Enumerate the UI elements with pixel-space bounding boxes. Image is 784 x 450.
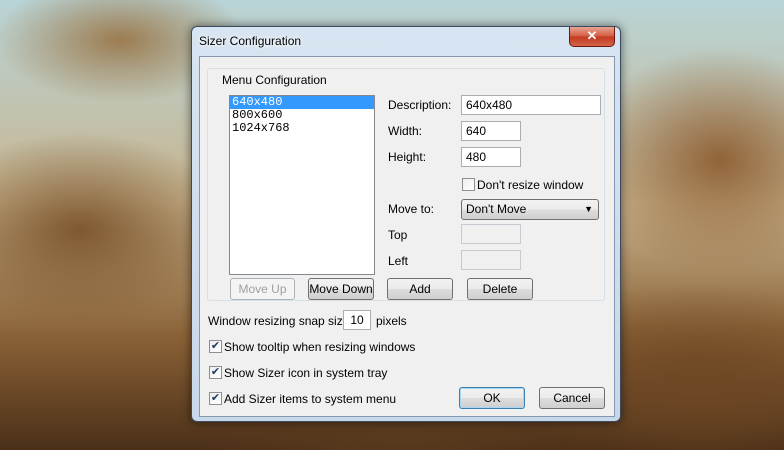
- dialog-client-area: Menu Configuration 640x480 800x600 1024x…: [199, 56, 615, 417]
- snap-size-field[interactable]: 10: [343, 310, 371, 330]
- close-button[interactable]: ✕: [569, 27, 615, 47]
- tooltip-checkbox[interactable]: ✔: [209, 340, 222, 353]
- height-label: Height:: [388, 150, 427, 164]
- add-button[interactable]: Add: [387, 278, 453, 300]
- tooltip-label[interactable]: Show tooltip when resizing windows: [224, 340, 415, 354]
- left-label: Left: [388, 254, 409, 268]
- dont-resize-checkbox[interactable]: [462, 178, 475, 191]
- width-label: Width:: [388, 124, 423, 138]
- move-down-button[interactable]: Move Down: [308, 278, 374, 300]
- description-field[interactable]: 640x480: [461, 95, 601, 115]
- left-field[interactable]: [461, 250, 521, 270]
- checkmark-icon: ✔: [210, 366, 221, 378]
- title-bar[interactable]: Sizer Configuration ✕: [192, 27, 620, 55]
- delete-button[interactable]: Delete: [467, 278, 533, 300]
- move-to-label: Move to:: [388, 202, 435, 216]
- tray-icon-label[interactable]: Show Sizer icon in system tray: [224, 366, 387, 380]
- system-menu-checkbox[interactable]: ✔: [209, 392, 222, 405]
- move-to-value: Don't Move: [466, 202, 527, 216]
- snap-size-label: Window resizing snap size:: [208, 314, 353, 328]
- menu-configuration-legend: Menu Configuration: [220, 73, 329, 87]
- system-menu-label[interactable]: Add Sizer items to system menu: [224, 392, 396, 406]
- tray-icon-checkbox[interactable]: ✔: [209, 366, 222, 379]
- dont-resize-label[interactable]: Don't resize window: [477, 178, 583, 192]
- move-to-dropdown[interactable]: Don't Move ▼: [461, 199, 599, 220]
- chevron-down-icon: ▼: [584, 204, 593, 214]
- ok-button[interactable]: OK: [459, 387, 525, 409]
- height-field[interactable]: 480: [461, 147, 521, 167]
- sizer-configuration-dialog: Sizer Configuration ✕ Menu Configuration…: [191, 26, 621, 422]
- close-icon: ✕: [586, 28, 598, 43]
- list-item-1024x768[interactable]: 1024x768: [230, 122, 374, 135]
- top-field[interactable]: [461, 224, 521, 244]
- move-up-button[interactable]: Move Up: [230, 278, 295, 300]
- checkmark-icon: ✔: [210, 340, 221, 352]
- snap-size-unit: pixels: [376, 314, 407, 328]
- description-label: Description:: [388, 98, 452, 112]
- resolution-listbox[interactable]: 640x480 800x600 1024x768: [229, 95, 375, 275]
- top-label: Top: [388, 228, 408, 242]
- menu-configuration-group: Menu Configuration 640x480 800x600 1024x…: [207, 68, 605, 301]
- cancel-button[interactable]: Cancel: [539, 387, 605, 409]
- width-field[interactable]: 640: [461, 121, 521, 141]
- window-title: Sizer Configuration: [199, 34, 302, 48]
- checkmark-icon: ✔: [210, 392, 221, 404]
